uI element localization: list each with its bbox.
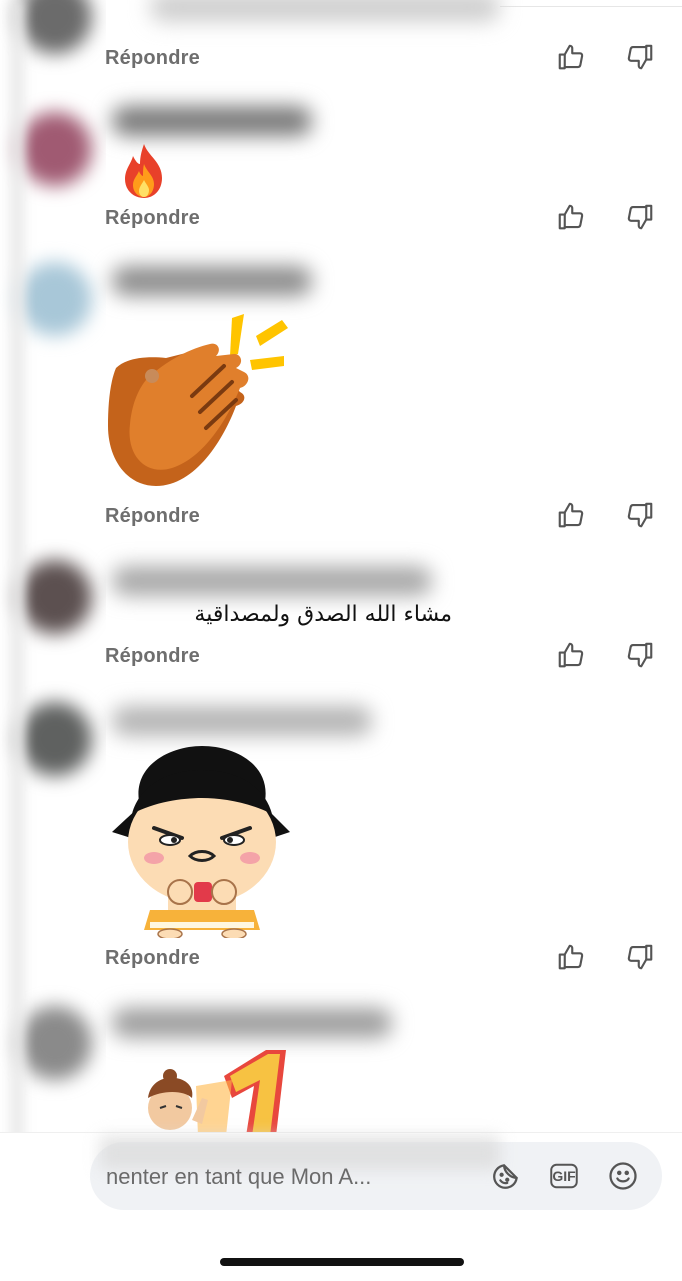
reply-button[interactable]: Répondre	[105, 644, 200, 668]
username-blurred[interactable]	[112, 706, 372, 736]
username-blurred[interactable]	[112, 266, 312, 296]
comment: Répondre	[0, 140, 682, 260]
reply-button[interactable]: Répondre	[105, 206, 200, 230]
thumbs-up-icon	[558, 44, 584, 70]
emoji-button[interactable]	[602, 1155, 644, 1197]
like-button[interactable]	[553, 939, 589, 975]
thumbs-down-icon	[627, 502, 653, 528]
like-button[interactable]	[553, 39, 589, 75]
thumbs-down-icon	[627, 642, 653, 668]
cartoon-girl-sticker	[112, 746, 290, 938]
thumbs-up-icon	[558, 502, 584, 528]
dislike-button[interactable]	[622, 497, 658, 533]
number-one-sticker	[148, 1050, 286, 1134]
username-blurred[interactable]	[112, 1008, 392, 1038]
thumbs-down-icon	[627, 204, 653, 230]
dislike-button[interactable]	[622, 939, 658, 975]
clapping-hands-sticker	[108, 314, 288, 486]
gif-label: GIF	[552, 1168, 576, 1184]
thumbs-down-icon	[627, 944, 653, 970]
dislike-button[interactable]	[622, 39, 658, 75]
sticker-button[interactable]	[486, 1156, 526, 1196]
comment	[0, 1044, 682, 1134]
comment-input[interactable]: nenter en tant que Mon A...	[106, 1164, 466, 1190]
fire-emoji	[125, 144, 162, 198]
home-indicator[interactable]	[220, 1258, 464, 1266]
like-button[interactable]	[553, 199, 589, 235]
username-blurred[interactable]	[112, 106, 312, 136]
thumbs-up-icon	[558, 642, 584, 668]
thumbs-up-icon	[558, 204, 584, 230]
comment: Répondre	[0, 0, 682, 100]
sticker-icon	[493, 1164, 518, 1189]
like-button[interactable]	[553, 497, 589, 533]
comment: Répondre	[0, 300, 682, 560]
thumbs-up-icon	[558, 944, 584, 970]
dislike-button[interactable]	[622, 199, 658, 235]
dislike-button[interactable]	[622, 637, 658, 673]
reply-button[interactable]: Répondre	[105, 504, 200, 528]
comment: مشاء الله الصدق ولمصداقية Répondre	[0, 600, 682, 700]
thumbs-down-icon	[627, 44, 653, 70]
gif-button[interactable]: GIF	[544, 1156, 584, 1196]
reply-button[interactable]: Répondre	[105, 46, 200, 70]
emoji-icon	[609, 1162, 637, 1190]
username-blurred[interactable]	[112, 566, 432, 596]
comment-text: مشاء الله الصدق ولمصداقية	[194, 602, 452, 627]
like-button[interactable]	[553, 637, 589, 673]
comment: Répondre	[0, 742, 682, 1002]
reply-button[interactable]: Répondre	[105, 946, 200, 970]
